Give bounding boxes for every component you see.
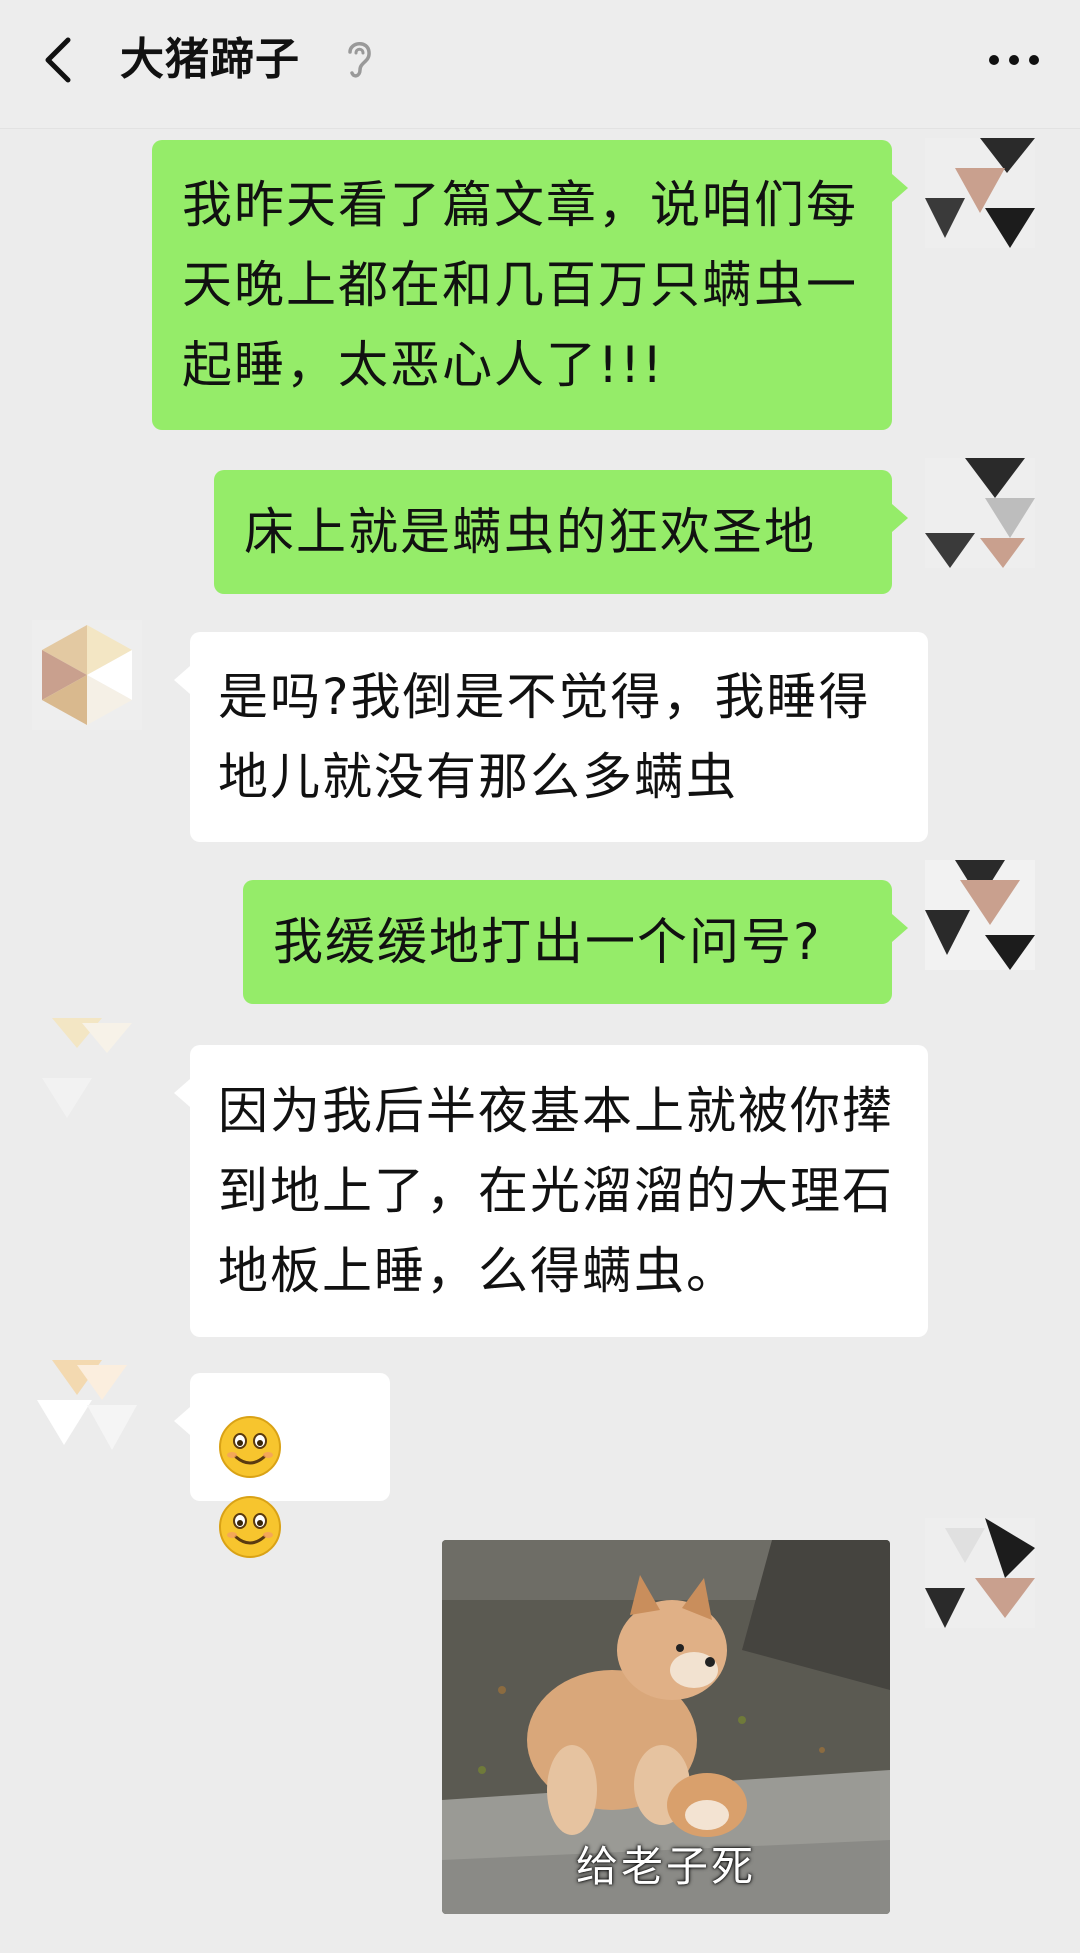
contact-avatar[interactable] bbox=[32, 1018, 142, 1128]
more-dots-icon bbox=[989, 55, 1039, 65]
sticker-caption: 给老子死 bbox=[575, 1842, 756, 1891]
message-bubble-sent[interactable]: 我缓缓地打出一个问号? bbox=[243, 880, 908, 1004]
my-avatar[interactable] bbox=[925, 458, 1035, 568]
smile-emoji-icon bbox=[218, 1415, 282, 1479]
back-button[interactable] bbox=[36, 30, 86, 90]
contact-avatar[interactable] bbox=[32, 1350, 142, 1460]
my-avatar[interactable] bbox=[925, 860, 1035, 970]
emoji-message-bubble[interactable] bbox=[174, 1373, 390, 1558]
contact-avatar[interactable] bbox=[32, 620, 142, 730]
mute-ear-icon bbox=[344, 36, 374, 82]
back-chevron-icon bbox=[45, 37, 71, 83]
chat-title: 大猪蹄子 bbox=[120, 34, 300, 85]
more-options-button[interactable] bbox=[982, 36, 1046, 82]
my-avatar[interactable] bbox=[925, 138, 1035, 248]
smile-emoji-icon bbox=[218, 1495, 282, 1559]
message-bubble-sent[interactable]: 床上就是螨虫的狂欢圣地 bbox=[214, 470, 908, 594]
message-bubble-received[interactable]: 因为我后半夜基本上就被你撵到地上了，在光溜溜的大理石地板上睡，么得螨虫。 bbox=[174, 1045, 928, 1337]
chat-header: 大猪蹄子 bbox=[0, 0, 1080, 129]
message-bubble-received[interactable]: 是吗?我倒是不觉得，我睡得地儿就没有那么多螨虫 bbox=[174, 632, 928, 842]
sticker-image[interactable]: 给老子死 bbox=[442, 1540, 890, 1914]
my-avatar[interactable] bbox=[925, 1518, 1035, 1628]
message-bubble-sent[interactable]: 我昨天看了篇文章，说咱们每天晚上都在和几百万只螨虫一起睡，太恶心人了!!! bbox=[152, 140, 908, 430]
